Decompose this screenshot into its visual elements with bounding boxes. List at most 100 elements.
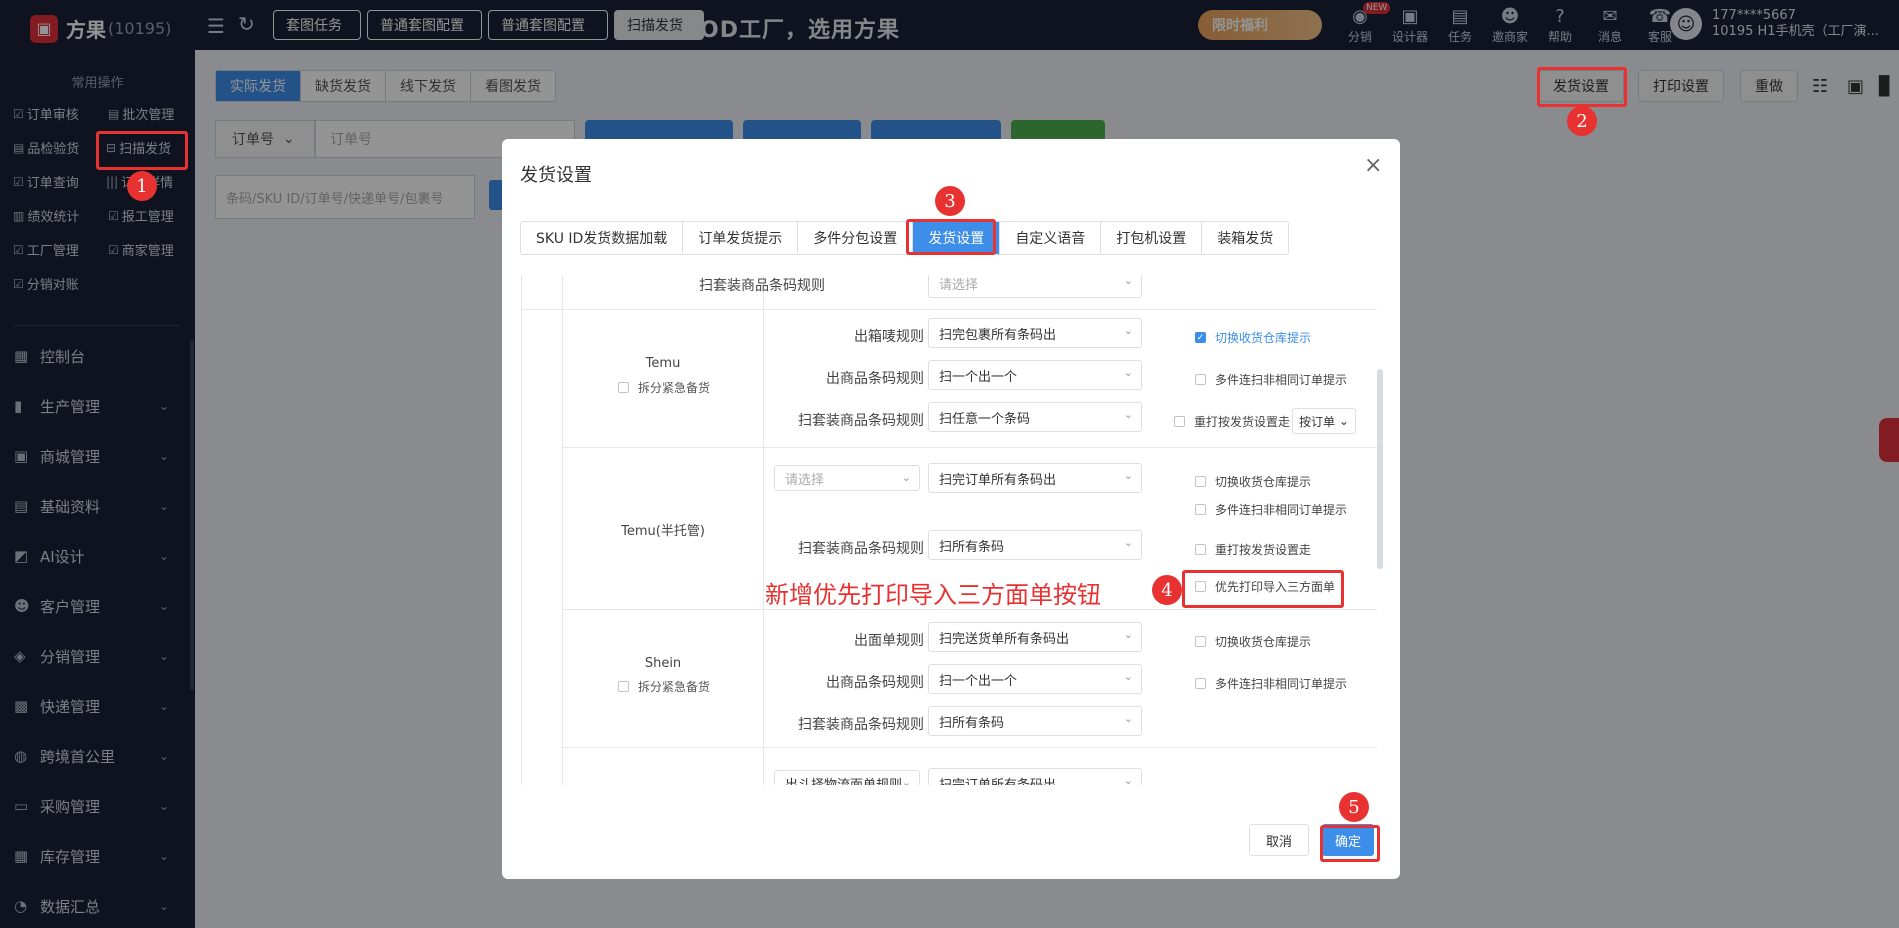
checkbox-icon: [1195, 678, 1206, 689]
suit-barcode-select[interactable]: 请选择 ⌄: [928, 275, 1142, 298]
checkbox-label: 切换收货仓库提示: [1215, 331, 1312, 345]
temu-semi-multi-scan-checkbox[interactable]: 多件连扫非相同订单提示: [1195, 501, 1347, 518]
temu-split-urgent-checkbox[interactable]: 拆分紧急备货: [618, 379, 710, 396]
tab-packer-settings[interactable]: 打包机设置: [1101, 222, 1203, 254]
select-value: 出斗择物流面单规则: [785, 777, 903, 786]
annotation-note: 新增优先打印导入三方面单按钮: [765, 581, 1101, 609]
checkbox-label: 拆分紧急备货: [638, 680, 711, 694]
row-divider: [562, 747, 1377, 748]
select-value: 扫完包裹所有条码出: [939, 327, 1057, 343]
cancel-button[interactable]: 取消: [1249, 824, 1309, 856]
checkbox-checked-icon: ✓: [1195, 332, 1206, 343]
tab-order-ship-hint[interactable]: 订单发货提示: [683, 222, 799, 254]
row-label: 出商品条码规则: [826, 675, 924, 691]
chevron-down-icon: ⌄: [1338, 414, 1349, 428]
temu-reprint-mode-select[interactable]: 按订单 ⌄: [1292, 408, 1356, 434]
checkbox-label: 多件连扫非相同订单提示: [1215, 503, 1348, 517]
chevron-down-icon: ⌄: [1123, 536, 1133, 549]
highlight-ship-settings-tab: [906, 219, 996, 255]
highlight-scan-ship: [96, 131, 188, 170]
temu-multi-scan-checkbox[interactable]: 多件连扫非相同订单提示: [1195, 371, 1347, 388]
settings-table: 扫套装商品条码规则 请选择 ⌄ Temu 拆分紧急备货 出箱唛规则 扫完包裹所有条…: [521, 275, 1377, 785]
checkbox-label: 切换收货仓库提示: [1215, 635, 1312, 649]
select-value: 请选择: [785, 472, 825, 488]
shein-product-barcode-rule-select[interactable]: 扫一个出一个 ⌄: [928, 664, 1142, 694]
select-value: 按订单: [1299, 414, 1336, 429]
select-value: 扫完订单所有条码出: [939, 472, 1057, 488]
chevron-down-icon: ⌄: [1123, 469, 1133, 482]
temu-semi-suit-barcode-select[interactable]: 扫所有条码 ⌄: [928, 530, 1142, 560]
row-label: 出箱唛规则: [854, 329, 924, 345]
checkbox-icon: [1195, 504, 1206, 515]
chevron-down-icon: ⌄: [1123, 774, 1133, 785]
highlight-ship-settings: [1537, 67, 1627, 107]
checkbox-label: 重打按发货设置走: [1194, 415, 1291, 429]
dialog-title: 发货设置: [520, 165, 592, 186]
checkbox-label: 拆分紧急备货: [638, 381, 711, 395]
step-marker-1: 1: [127, 171, 157, 201]
temu-box-mark-rule-select[interactable]: 扫完包裹所有条码出 ⌄: [928, 318, 1142, 348]
tab-custom-voice[interactable]: 自定义语音: [1000, 222, 1102, 254]
chevron-down-icon: ⌄: [1123, 628, 1133, 641]
step-marker-2: 2: [1567, 106, 1597, 136]
row-label: 扫套装商品条码规则: [699, 278, 825, 294]
close-icon[interactable]: ×: [1364, 153, 1382, 178]
temu-product-barcode-rule-select[interactable]: 扫一个出一个 ⌄: [928, 360, 1142, 390]
row-label: 扫套装商品条码规则: [798, 541, 924, 557]
checkbox-icon: [618, 382, 629, 393]
temu-reprint-checkbox[interactable]: 重打按发货设置走: [1174, 413, 1290, 430]
tab-boxing-ship[interactable]: 装箱发货: [1202, 222, 1288, 254]
chevron-down-icon: ⌄: [1123, 275, 1133, 287]
row-divider: [522, 309, 1377, 310]
row-divider: [562, 447, 1377, 448]
shein-warehouse-switch-checkbox[interactable]: 切换收货仓库提示: [1195, 633, 1311, 650]
logistics-output-rule-select[interactable]: 扫完订单所有条码出 ⌄: [928, 768, 1142, 785]
temu-suit-barcode-rule-select[interactable]: 扫任意一个条码 ⌄: [928, 402, 1142, 432]
shein-waybill-rule-select[interactable]: 扫完送货单所有条码出 ⌄: [928, 622, 1142, 652]
checkbox-label: 重打按发货设置走: [1215, 543, 1312, 557]
select-value: 扫完订单所有条码出: [939, 777, 1057, 786]
step-marker-4: 4: [1152, 575, 1182, 605]
checkbox-label: 多件连扫非相同订单提示: [1215, 373, 1348, 387]
select-value: 扫完送货单所有条码出: [939, 631, 1070, 647]
temu-semi-reprint-checkbox[interactable]: 重打按发货设置走: [1195, 541, 1311, 558]
temu-semi-output-rule-select[interactable]: 扫完订单所有条码出 ⌄: [928, 463, 1142, 493]
chevron-down-icon: ⌄: [901, 776, 911, 785]
platform-shein: Shein: [644, 656, 682, 671]
tab-multi-package[interactable]: 多件分包设置: [798, 222, 914, 254]
row-label: 出商品条码规则: [826, 371, 924, 387]
platform-temu-semi: Temu(半托管): [621, 524, 705, 539]
checkbox-icon: [618, 681, 629, 692]
dialog-scrollbar[interactable]: [1377, 369, 1383, 569]
select-value: 扫一个出一个: [939, 369, 1018, 385]
chevron-down-icon: ⌄: [1123, 670, 1133, 683]
tab-sku-data-load[interactable]: SKU ID发货数据加载: [521, 222, 684, 254]
checkbox-label: 切换收货仓库提示: [1215, 475, 1312, 489]
chevron-down-icon: ⌄: [901, 471, 911, 484]
shein-suit-barcode-rule-select[interactable]: 扫所有条码 ⌄: [928, 706, 1142, 736]
select-value: 扫一个出一个: [939, 673, 1018, 689]
temu-semi-rule-type-select[interactable]: 请选择 ⌄: [774, 465, 920, 491]
select-value: 扫所有条码: [939, 539, 1005, 555]
row-label: 扫套装商品条码规则: [798, 717, 924, 733]
checkbox-icon: [1195, 636, 1206, 647]
logistics-rule-type-select[interactable]: 出斗择物流面单规则 ⌄: [774, 770, 920, 785]
dialog-tabs: SKU ID发货数据加载 订单发货提示 多件分包设置 发货设置 自定义语音 打包…: [520, 221, 1290, 255]
temu-warehouse-switch-checkbox[interactable]: ✓ 切换收货仓库提示: [1195, 329, 1311, 346]
step-marker-5: 5: [1339, 792, 1369, 822]
chevron-down-icon: ⌄: [1123, 712, 1133, 725]
chevron-down-icon: ⌄: [1123, 324, 1133, 337]
temu-semi-warehouse-switch-checkbox[interactable]: 切换收货仓库提示: [1195, 473, 1311, 490]
highlight-priority-print: [1182, 570, 1344, 608]
checkbox-icon: [1195, 476, 1206, 487]
shein-multi-scan-checkbox[interactable]: 多件连扫非相同订单提示: [1195, 675, 1347, 692]
chevron-down-icon: ⌄: [1123, 408, 1133, 421]
row-label: 扫套装商品条码规则: [798, 413, 924, 429]
select-value: 扫所有条码: [939, 715, 1005, 731]
col-divider: [763, 275, 764, 785]
checkbox-label: 多件连扫非相同订单提示: [1215, 677, 1348, 691]
shein-split-urgent-checkbox[interactable]: 拆分紧急备货: [618, 678, 710, 695]
row-label: 出面单规则: [854, 633, 924, 649]
highlight-confirm: [1320, 825, 1380, 862]
checkbox-icon: [1174, 416, 1185, 427]
